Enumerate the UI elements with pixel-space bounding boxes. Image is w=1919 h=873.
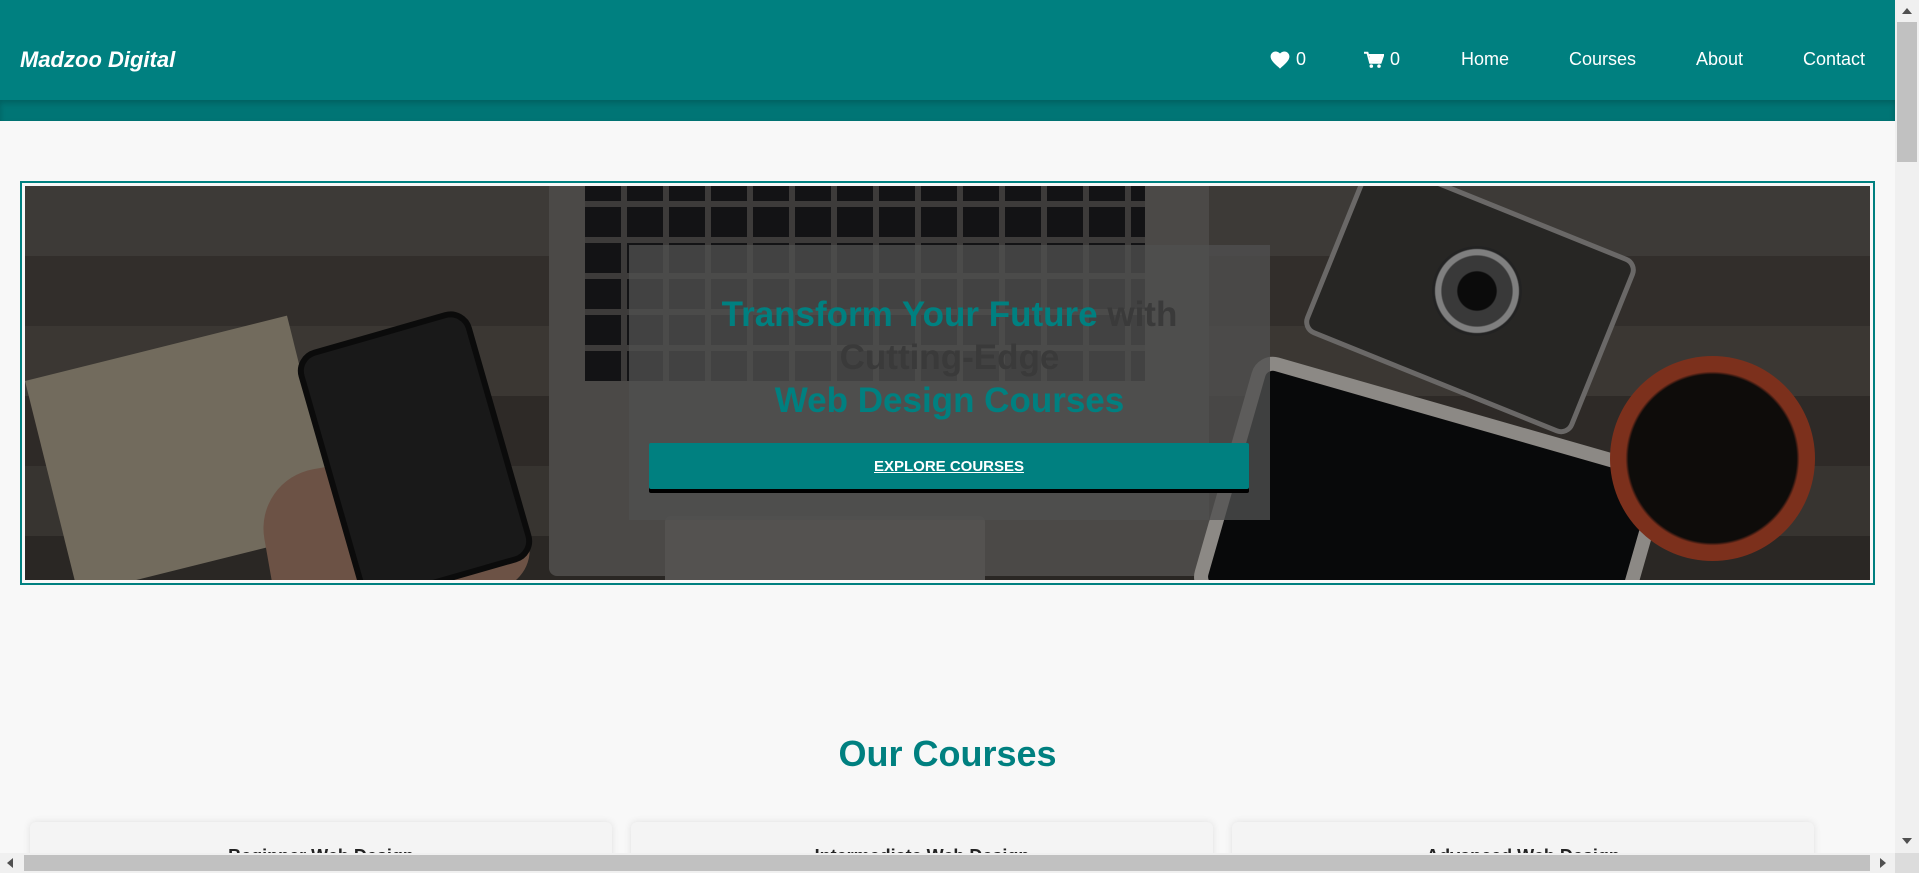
explore-courses-button[interactable]: EXPLORE COURSES [649,443,1249,489]
hero-title-with: with [1097,295,1178,334]
nav-courses[interactable]: Courses [1569,49,1636,70]
page: Madzoo Digital 0 0 Home Courses About Co… [0,0,1919,873]
cart-link[interactable]: 0 [1364,49,1400,70]
wishlist-link[interactable]: 0 [1270,49,1306,70]
site-logo[interactable]: Madzoo Digital [20,47,175,73]
hero-overlay-box: Transform Your Future with Cutting-Edge … [629,245,1270,520]
scroll-up-arrow-icon[interactable] [1902,8,1912,14]
wishlist-count: 0 [1296,49,1307,69]
cart-icon [1364,51,1384,68]
nav-contact[interactable]: Contact [1803,49,1865,70]
hero-title: Transform Your Future with Cutting-Edge … [629,293,1270,422]
nav-about[interactable]: About [1696,49,1743,70]
site-header: Madzoo Digital 0 0 Home Courses About Co… [0,0,1895,121]
scrollbar-corner [1895,853,1919,873]
courses-heading: Our Courses [838,733,1057,774]
heart-icon [1270,50,1290,69]
hero-title-highlight: Transform Your Future [721,295,1098,334]
scroll-right-arrow-icon[interactable] [1880,858,1886,868]
hero-banner: Transform Your Future with Cutting-Edge … [20,181,1875,585]
hero-background-image: Transform Your Future with Cutting-Edge … [25,186,1870,580]
horizontal-scrollbar-thumb[interactable] [24,855,1870,871]
scroll-left-arrow-icon[interactable] [7,858,13,868]
hero-title-line3: Web Design Courses [774,381,1125,420]
scroll-down-arrow-icon[interactable] [1902,838,1912,844]
header-bottom-band [0,100,1895,121]
hero-title-line2: Cutting-Edge [839,338,1060,377]
nav-home[interactable]: Home [1461,49,1509,70]
cart-count: 0 [1390,49,1401,69]
vertical-scrollbar-thumb[interactable] [1897,22,1917,162]
